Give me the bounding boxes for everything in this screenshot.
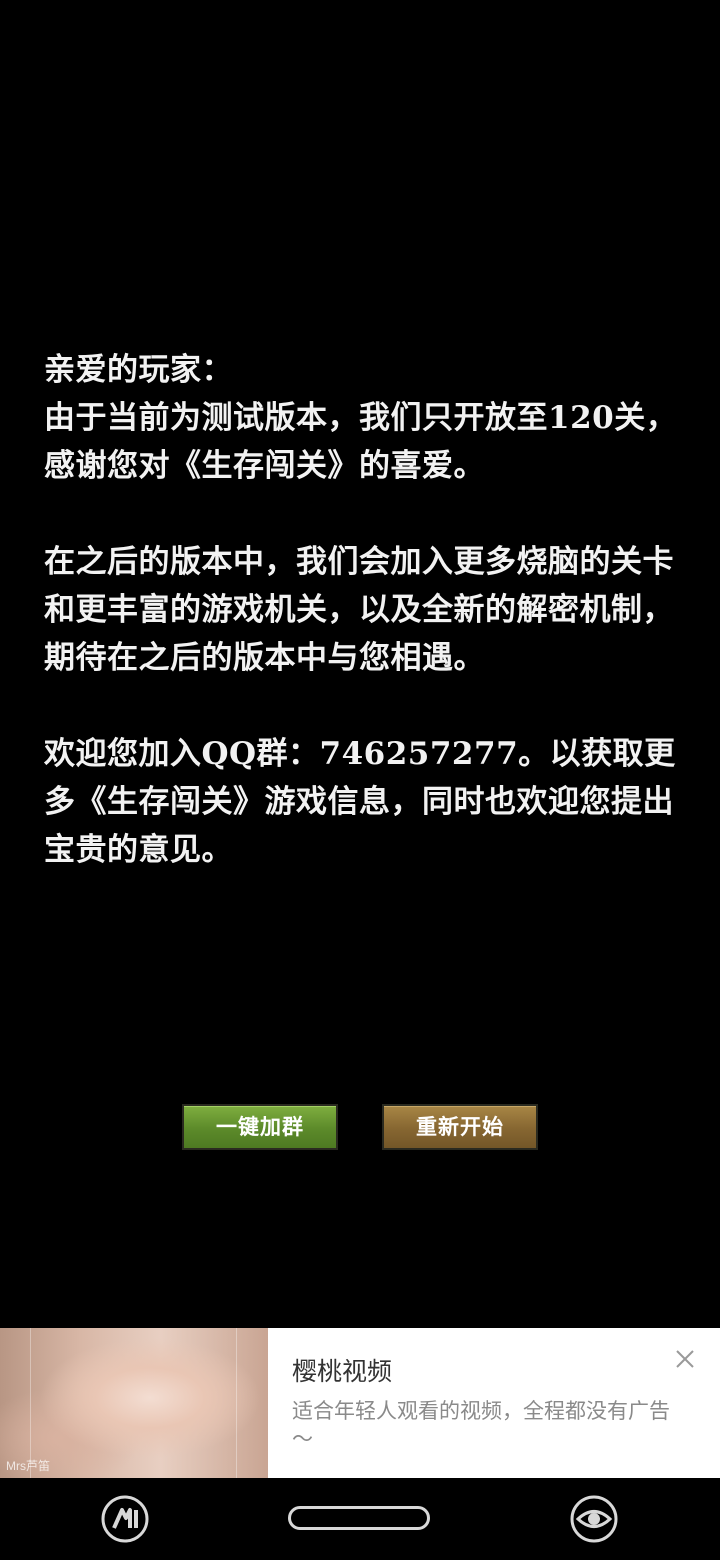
letter-line1: 由于当前为测试版本，我们只开放至120关，感谢您对《生存闯关》的喜爱。 <box>44 400 678 484</box>
ad-image-frame <box>30 1328 237 1478</box>
message-letter: 亲爱的玩家： 由于当前为测试版本，我们只开放至120关，感谢您对《生存闯关》的喜… <box>44 346 684 874</box>
letter-greeting: 亲爱的玩家： <box>44 352 233 388</box>
restart-button[interactable]: 重新开始 <box>382 1104 538 1150</box>
app-logo-icon[interactable] <box>100 1494 150 1544</box>
ad-image[interactable]: Mrs芦笛 <box>0 1328 268 1478</box>
ad-image-watermark: Mrs芦笛 <box>6 1459 50 1473</box>
ad-banner[interactable]: Mrs芦笛 樱桃视频 适合年轻人观看的视频，全程都没有广告～ <box>0 1328 720 1478</box>
close-icon[interactable] <box>674 1348 696 1370</box>
ad-description[interactable]: 适合年轻人观看的视频，全程都没有广告～ <box>292 1398 672 1454</box>
ad-title[interactable]: 樱桃视频 <box>292 1352 392 1388</box>
letter-paragraph3: 欢迎您加入QQ群：746257277。以获取更多《生存闯关》游戏信息，同时也欢迎… <box>44 736 676 868</box>
navigation-bar <box>0 1478 720 1560</box>
eye-icon[interactable] <box>569 1494 619 1544</box>
letter-paragraph2: 在之后的版本中，我们会加入更多烧脑的关卡和更丰富的游戏机关，以及全新的解密机制，… <box>44 544 674 676</box>
home-pill[interactable] <box>288 1506 430 1530</box>
join-group-button[interactable]: 一键加群 <box>182 1104 338 1150</box>
